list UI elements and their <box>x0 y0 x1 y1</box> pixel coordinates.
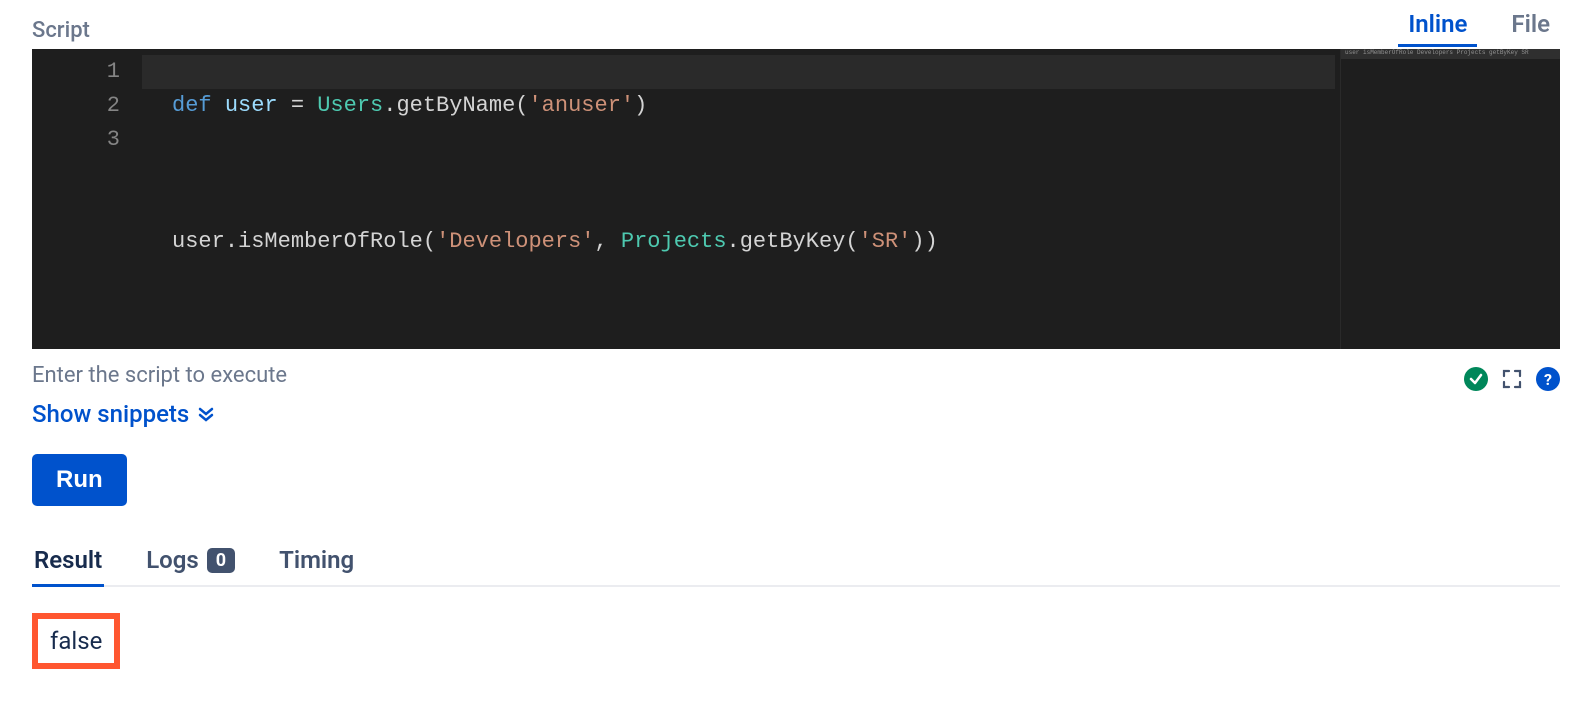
tab-logs-label: Logs <box>146 546 199 574</box>
token-method: getByName <box>396 93 515 118</box>
show-snippets-link[interactable]: Show snippets <box>32 400 215 428</box>
token-string: 'anuser' <box>528 93 634 118</box>
logs-count-badge: 0 <box>207 548 235 573</box>
token-method: isMemberOfRole <box>238 229 423 254</box>
result-value: false <box>32 613 120 669</box>
code-area[interactable]: def user = Users.getByName('anuser') use… <box>132 49 938 349</box>
code-editor[interactable]: 1 2 3 def user = Users.getByName('anuser… <box>32 49 1560 349</box>
line-number: 1 <box>32 55 120 89</box>
chevron-double-down-icon <box>197 405 215 423</box>
run-button[interactable]: Run <box>32 454 127 506</box>
tab-result[interactable]: Result <box>32 540 104 587</box>
script-label: Script <box>32 18 90 47</box>
token-ident: user <box>225 93 278 118</box>
token-op: = <box>291 93 304 118</box>
tab-file[interactable]: File <box>1501 6 1560 47</box>
line-number: 3 <box>32 123 120 157</box>
tab-logs[interactable]: Logs 0 <box>144 540 237 587</box>
minimap[interactable]: user isMemberOfRole Developers Projects … <box>1340 49 1560 349</box>
result-tabs: Result Logs 0 Timing <box>32 540 1560 587</box>
expand-icon[interactable] <box>1500 367 1524 391</box>
token-type: Projects <box>621 229 727 254</box>
help-icon[interactable]: ? <box>1536 367 1560 391</box>
show-snippets-label: Show snippets <box>32 400 189 428</box>
line-gutter: 1 2 3 <box>32 49 132 349</box>
line-number: 2 <box>32 89 120 123</box>
token-method: getByKey <box>740 229 846 254</box>
source-tabs: Inline File <box>1398 6 1560 47</box>
help-text: Enter the script to execute <box>32 363 287 388</box>
token-keyword: def <box>172 93 212 118</box>
minimap-viewport[interactable] <box>1341 49 1560 59</box>
token-string: 'Developers' <box>436 229 594 254</box>
token-string: 'SR' <box>859 229 912 254</box>
check-circle-icon[interactable] <box>1464 367 1488 391</box>
tab-timing[interactable]: Timing <box>277 540 356 587</box>
token-ident: user <box>172 229 225 254</box>
tab-inline[interactable]: Inline <box>1398 6 1477 47</box>
token-type: Users <box>317 93 383 118</box>
